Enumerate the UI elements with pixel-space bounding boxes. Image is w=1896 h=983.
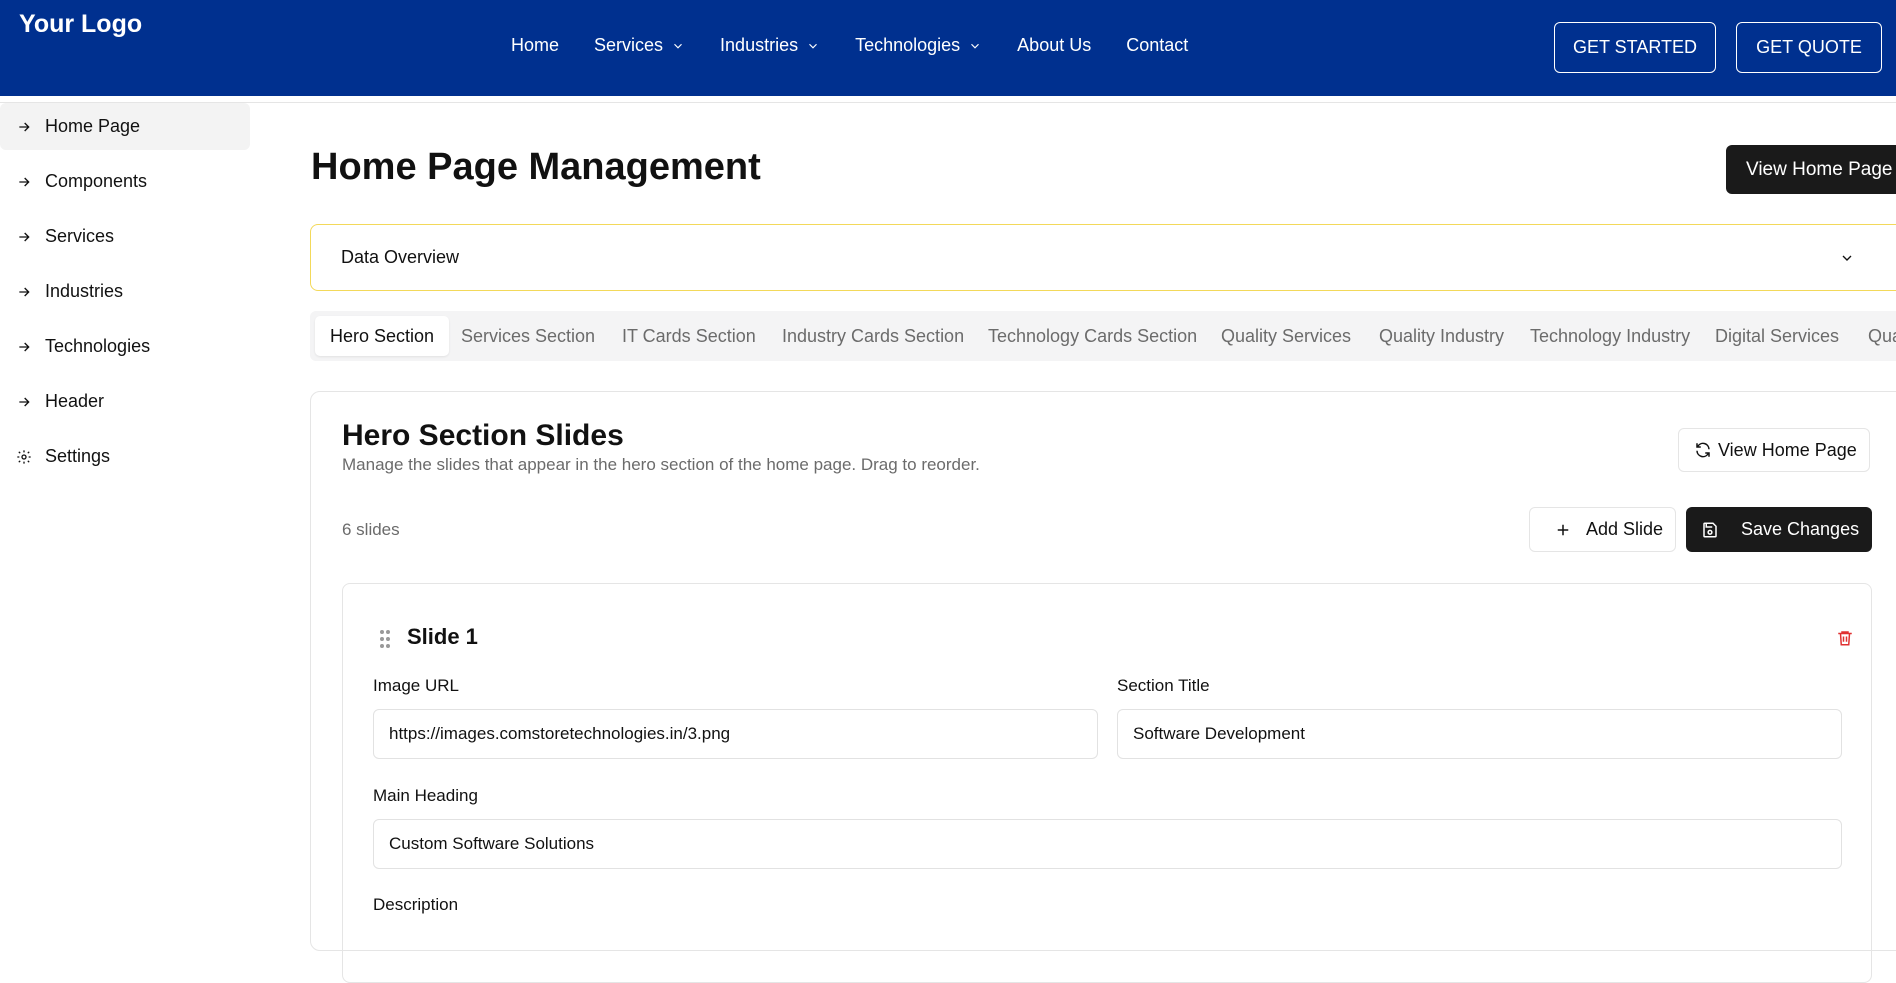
- sidebar-item-components[interactable]: Components: [0, 158, 250, 205]
- nav-industries-label: Industries: [720, 35, 799, 55]
- arrow-right-icon: [19, 342, 30, 351]
- tab-technology-industry[interactable]: Technology Industry: [1530, 316, 1690, 356]
- view-home-page-label: View Home Page: [1718, 439, 1857, 460]
- tab-it-cards-section[interactable]: IT Cards Section: [622, 316, 756, 356]
- page-title: Home Page Management: [311, 146, 761, 188]
- tab-hero-section[interactable]: Hero Section: [315, 316, 450, 356]
- data-overview-accordion[interactable]: Data Overview: [310, 224, 1896, 291]
- view-home-page-button-secondary[interactable]: View Home Page: [1678, 428, 1870, 472]
- nav-home[interactable]: Home: [511, 35, 559, 56]
- get-started-button[interactable]: GET STARTED: [1554, 22, 1716, 73]
- sidebar-item-label: Header: [45, 391, 105, 411]
- section-title-input[interactable]: [1117, 709, 1842, 759]
- slide-title: Slide 1: [407, 624, 478, 649]
- add-slide-button[interactable]: Add Slide: [1529, 507, 1676, 552]
- tab-technology-cards-section[interactable]: Technology Cards Section: [988, 316, 1197, 356]
- chevron-down-icon: [809, 43, 818, 49]
- nav-technologies-label: Technologies: [855, 35, 961, 55]
- main-heading-label: Main Heading: [373, 786, 478, 805]
- nav-services[interactable]: Services: [594, 35, 685, 56]
- chevron-down-icon: [971, 43, 980, 49]
- sidebar-item-industries[interactable]: Industries: [0, 268, 250, 315]
- section-tabs: Hero Section Services Section IT Cards S…: [310, 311, 1896, 361]
- arrow-right-icon: [19, 232, 30, 241]
- view-home-page-button[interactable]: View Home Page: [1726, 145, 1896, 194]
- arrow-right-icon: [19, 287, 30, 296]
- tab-services-section[interactable]: Services Section: [461, 316, 595, 356]
- drag-handle-icon[interactable]: [379, 629, 391, 649]
- data-overview-label: Data Overview: [341, 247, 460, 267]
- save-changes-button[interactable]: Save Changes: [1686, 507, 1872, 552]
- nav-about-label: About Us: [1017, 35, 1092, 55]
- site-logo[interactable]: Your Logo: [19, 10, 142, 39]
- slide-card: Slide 1 Image URL Section Title Main Hea…: [342, 583, 1872, 983]
- chevron-down-icon: [674, 43, 682, 49]
- tab-quality-industry[interactable]: Quality Industry: [1379, 316, 1504, 356]
- nav-technologies[interactable]: Technologies: [855, 35, 982, 56]
- save-icon: [1703, 522, 1717, 537]
- chevron-down-icon: [1842, 255, 1852, 261]
- nav-contact-label: Contact: [1126, 35, 1189, 55]
- description-label: Description: [373, 895, 459, 914]
- sidebar-item-label: Industries: [45, 281, 124, 301]
- hero-slides-description: Manage the slides that appear in the her…: [342, 455, 980, 474]
- image-url-input[interactable]: [373, 709, 1098, 759]
- image-url-label: Image URL: [373, 676, 459, 695]
- arrow-right-icon: [19, 397, 30, 406]
- arrow-right-icon: [19, 177, 30, 186]
- arrow-right-icon: [19, 122, 30, 131]
- trash-icon[interactable]: [1836, 628, 1854, 648]
- tab-quality-services[interactable]: Quality Services: [1221, 316, 1351, 356]
- nav-services-label: Services: [594, 35, 664, 55]
- hero-slides-title: Hero Section Slides: [342, 419, 624, 452]
- sidebar-item-label: Services: [45, 226, 115, 246]
- refresh-icon: [1696, 442, 1710, 458]
- sidebar-item-label: Components: [45, 171, 148, 191]
- header-divider: [0, 102, 1896, 103]
- sidebar-item-technologies[interactable]: Technologies: [0, 323, 250, 370]
- top-navbar: Your Logo Home Services Industries Techn…: [0, 0, 1896, 96]
- sidebar-item-label: Technologies: [45, 336, 151, 356]
- sidebar-item-label: Home Page: [45, 116, 141, 136]
- nav-about-us[interactable]: About Us: [1017, 35, 1091, 56]
- sidebar-item-label: Settings: [45, 446, 111, 466]
- section-title-label: Section Title: [1117, 676, 1210, 695]
- sidebar-item-home-page[interactable]: Home Page: [0, 103, 250, 150]
- main-nav: Home Services Industries Technologies Ab…: [511, 35, 1223, 56]
- sidebar-item-services[interactable]: Services: [0, 213, 250, 260]
- add-slide-label: Add Slide: [1586, 519, 1664, 539]
- gear-icon: [17, 449, 31, 464]
- nav-home-label: Home: [511, 35, 560, 55]
- nav-industries[interactable]: Industries: [720, 35, 820, 56]
- hero-slides-card: Hero Section Slides Manage the slides th…: [310, 391, 1896, 983]
- tab-industry-cards-section[interactable]: Industry Cards Section: [782, 316, 964, 356]
- tab-digital-services[interactable]: Digital Services: [1715, 316, 1839, 356]
- sidebar-item-header[interactable]: Header: [0, 378, 250, 425]
- get-quote-button[interactable]: GET QUOTE: [1736, 22, 1882, 73]
- plus-icon: [1557, 524, 1569, 535]
- save-changes-label: Save Changes: [1741, 519, 1860, 539]
- slides-count: 6 slides: [342, 520, 400, 539]
- tab-quality-truncated[interactable]: Qua: [1868, 316, 1896, 356]
- main-heading-input[interactable]: [373, 819, 1842, 869]
- sidebar-item-settings[interactable]: Settings: [0, 433, 250, 480]
- nav-contact[interactable]: Contact: [1126, 35, 1188, 56]
